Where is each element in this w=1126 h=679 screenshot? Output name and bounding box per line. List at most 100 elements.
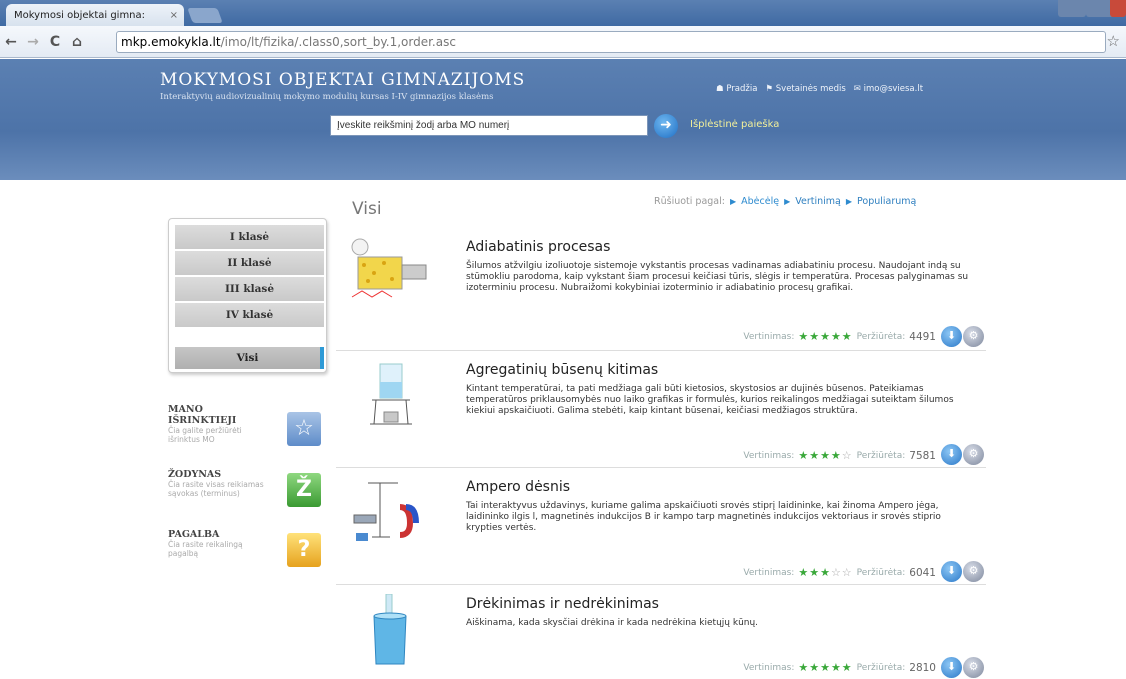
site-header: MOKYMOSI OBJEKTAI GIMNAZIJOMS Interaktyv… bbox=[0, 59, 1126, 238]
help-desc: Čia rasite reikalingą pagalbą bbox=[168, 540, 243, 558]
home-icon[interactable]: ⌂ bbox=[66, 34, 88, 50]
download-button[interactable]: ⬇ bbox=[941, 561, 962, 582]
bookmark-star-icon[interactable]: ☆ bbox=[1107, 32, 1120, 50]
help-icon[interactable]: ? bbox=[287, 533, 321, 567]
favorites-desc: Čia galite peržiūrėti išrinktus MO bbox=[168, 426, 242, 444]
list-item: Adiabatinis procesas Šilumos atžvilgiu i… bbox=[336, 227, 986, 351]
tab-close-icon[interactable]: × bbox=[170, 10, 178, 21]
info-button[interactable]: ⚙ bbox=[963, 657, 984, 678]
page-heading: Visi bbox=[352, 199, 382, 219]
download-icon: ⬇ bbox=[946, 447, 957, 460]
sitemap-link-label: Svetainės medis bbox=[775, 84, 846, 94]
views-count: 4491 bbox=[909, 330, 936, 343]
download-icon: ⬇ bbox=[946, 564, 957, 577]
minimize-button[interactable] bbox=[1058, 0, 1086, 17]
top-links: ☗ Pradžia ⚑ Svetainės medis ✉ imo@sviesa… bbox=[716, 84, 923, 94]
search-go-button[interactable]: ➜ bbox=[654, 114, 678, 138]
rating-row: Vertinimas: ★★★★★ Peržiūrėta: 2810 bbox=[743, 661, 936, 674]
url-path: /imo/lt/fizika/.class0,sort_by.1,order.a… bbox=[220, 35, 456, 49]
item-title[interactable]: Drėkinimas ir nedrėkinimas bbox=[466, 596, 659, 612]
item-thumbnail bbox=[370, 363, 412, 425]
info-button[interactable]: ⚙ bbox=[963, 561, 984, 582]
item-description: Šilumos atžvilgiu izoliuotoje sistemoje … bbox=[466, 261, 969, 293]
home-link-label: Pradžia bbox=[726, 84, 758, 94]
browser-tab[interactable]: Mokymosi objektai gimna: × bbox=[6, 4, 184, 26]
download-button[interactable]: ⬇ bbox=[941, 657, 962, 678]
sort-alphabet-link[interactable]: Abėcėlę bbox=[741, 196, 779, 207]
sort-rating-link[interactable]: Vertinimą bbox=[795, 196, 841, 207]
forward-icon[interactable]: → bbox=[22, 34, 44, 50]
rating-stars: ★★★☆☆ bbox=[798, 566, 853, 579]
rating-label: Vertinimas: bbox=[743, 450, 795, 461]
download-button[interactable]: ⬇ bbox=[941, 326, 962, 347]
list-item: Agregatinių būsenų kitimas Kintant tempe… bbox=[336, 352, 986, 468]
sort-popularity-link[interactable]: Populiarumą bbox=[857, 196, 916, 207]
rating-stars: ★★★★★ bbox=[798, 330, 853, 343]
item-thumbnail bbox=[351, 238, 427, 298]
new-tab-button[interactable] bbox=[187, 8, 223, 23]
views-label: Peržiūrėta: bbox=[856, 662, 906, 673]
download-button[interactable]: ⬇ bbox=[941, 444, 962, 465]
arrow-icon: ▶ bbox=[729, 197, 737, 206]
item-description: Aiškinama, kada skysčiai drėkina ir kada… bbox=[466, 618, 759, 628]
rating-label: Vertinimas: bbox=[743, 662, 795, 673]
class-item-all[interactable]: Visi bbox=[175, 347, 324, 369]
arrow-icon: ▶ bbox=[845, 197, 853, 206]
help-block[interactable]: PAGALBA Čia rasite reikalingą pagalbą ? bbox=[168, 529, 328, 589]
views-count: 6041 bbox=[909, 566, 936, 579]
item-thumbnail bbox=[373, 594, 407, 665]
class-item-1[interactable]: I klasė bbox=[175, 225, 324, 249]
dictionary-block[interactable]: ŽODYNAS Čia rasite visas reikiamas sąvok… bbox=[168, 469, 328, 529]
dictionary-icon[interactable]: Ž bbox=[287, 473, 321, 507]
class-item-4[interactable]: IV klasė bbox=[175, 303, 324, 327]
close-window-button[interactable] bbox=[1110, 0, 1126, 17]
download-icon: ⬇ bbox=[946, 329, 957, 342]
star-icon[interactable]: ☆ bbox=[287, 412, 321, 446]
dictionary-desc: Čia rasite visas reikiamas sąvokas (term… bbox=[168, 480, 264, 498]
info-button[interactable]: ⚙ bbox=[963, 444, 984, 465]
item-title[interactable]: Ampero dėsnis bbox=[466, 479, 570, 495]
list-item: Drėkinimas ir nedrėkinimas Aiškinama, ka… bbox=[336, 586, 986, 679]
home-link[interactable]: ☗ Pradžia bbox=[716, 84, 757, 94]
info-button[interactable]: ⚙ bbox=[963, 326, 984, 347]
item-title[interactable]: Agregatinių būsenų kitimas bbox=[466, 362, 658, 378]
email-link[interactable]: ✉ imo@sviesa.lt bbox=[854, 84, 923, 94]
rating-label: Vertinimas: bbox=[743, 331, 795, 342]
sitemap-link[interactable]: ⚑ Svetainės medis bbox=[765, 84, 845, 94]
download-icon: ⬇ bbox=[946, 660, 957, 673]
main-content: Visi Rūšiuoti pagal: ▶ Abėcėlę ▶ Vertinimą… bbox=[0, 180, 1126, 679]
rating-stars: ★★★★★ bbox=[798, 661, 853, 674]
class-item-2[interactable]: II klasė bbox=[175, 251, 324, 275]
site-title[interactable]: MOKYMOSI OBJEKTAI GIMNAZIJOMS bbox=[160, 70, 525, 90]
url-host: mkp.emokykla.lt bbox=[121, 35, 221, 49]
arrow-right-icon: ➜ bbox=[660, 117, 672, 133]
search-input[interactable] bbox=[330, 115, 648, 136]
views-count: 2810 bbox=[909, 661, 936, 674]
class-filter: I klasė II klasė III klasė IV klasė Visi bbox=[168, 218, 327, 373]
advanced-search-link[interactable]: Išplėstinė paieška bbox=[690, 119, 779, 130]
info-icon: ⚙ bbox=[968, 447, 979, 460]
info-icon: ⚙ bbox=[968, 564, 979, 577]
item-description: Tai interaktyvus uždavinys, kuriame gali… bbox=[466, 501, 941, 533]
tab-title: Mokymosi objektai gimna: bbox=[14, 9, 146, 21]
sort-bar: Rūšiuoti pagal: ▶ Abėcėlę ▶ Vertinimą ▶ Pop… bbox=[654, 196, 916, 207]
views-label: Peržiūrėta: bbox=[856, 450, 906, 461]
browser-tab-strip: Mokymosi objektai gimna: × bbox=[0, 0, 1126, 26]
item-title[interactable]: Adiabatinis procesas bbox=[466, 239, 610, 255]
views-count: 7581 bbox=[909, 449, 936, 462]
reload-icon[interactable]: C bbox=[44, 34, 66, 50]
email-link-label: imo@sviesa.lt bbox=[863, 84, 924, 94]
address-bar[interactable]: mkp.emokykla.lt/imo/lt/fizika/.class0,so… bbox=[116, 31, 1106, 53]
favorites-block[interactable]: MANO IŠRINKTIEJI Čia galite peržiūrėti i… bbox=[168, 404, 328, 464]
views-label: Peržiūrėta: bbox=[856, 331, 906, 342]
views-label: Peržiūrėta: bbox=[856, 567, 906, 578]
item-description: Kintant temperatūrai, ta pati medžiaga g… bbox=[466, 384, 954, 416]
item-thumbnail bbox=[353, 482, 419, 541]
info-icon: ⚙ bbox=[968, 329, 979, 342]
arrow-icon: ▶ bbox=[784, 197, 791, 206]
browser-toolbar: ← → C ⌂ mkp.emokykla.lt/imo/lt/fizika/.c… bbox=[0, 26, 1126, 58]
rating-row: Vertinimas: ★★★★☆ Peržiūrėta: 7581 bbox=[743, 449, 936, 462]
back-icon[interactable]: ← bbox=[0, 34, 22, 50]
class-item-3[interactable]: III klasė bbox=[175, 277, 324, 301]
rating-stars: ★★★★☆ bbox=[798, 449, 853, 462]
